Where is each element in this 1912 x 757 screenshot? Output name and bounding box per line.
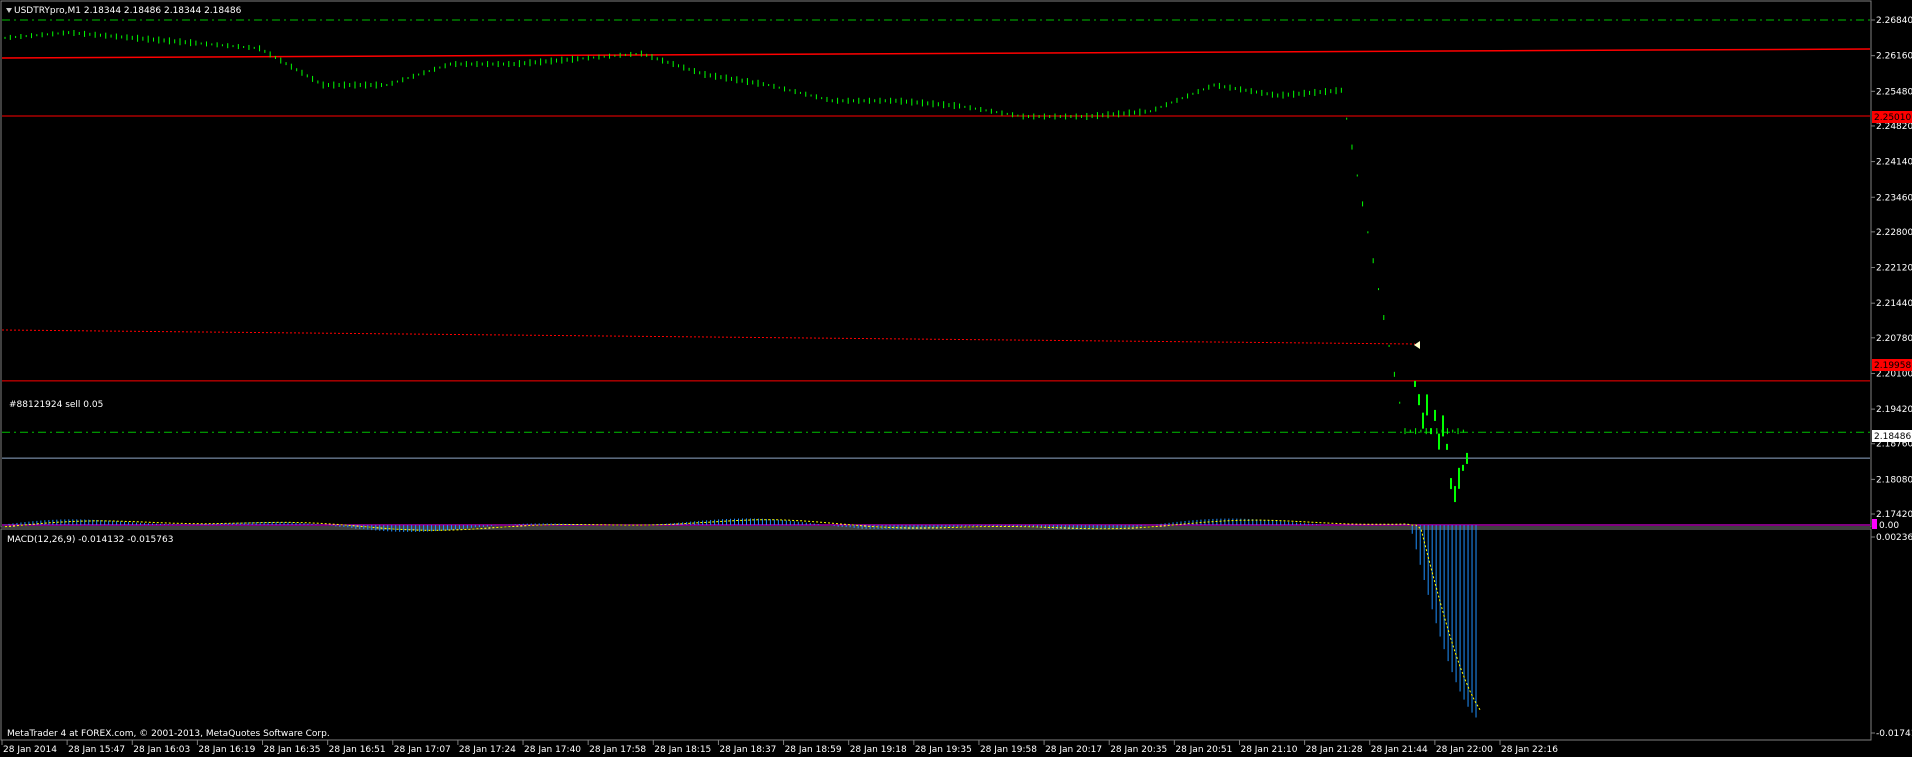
- price-tick-label: 2.22800: [1876, 228, 1912, 238]
- price-tick-label: 2.20780: [1876, 334, 1912, 344]
- current-price-tag: 2.18486: [1872, 430, 1912, 442]
- macd-label: MACD(12,26,9) -0.014132 -0.015763: [7, 535, 173, 545]
- svg-text:2.25010: 2.25010: [1874, 113, 1911, 123]
- window-title-group: USDTRYpro,M1 2.18344 2.18486 2.18344 2.1…: [6, 6, 242, 16]
- macd-axis: 0.002365 -0.017413: [1871, 533, 1912, 739]
- price-axis: 2.26840 2.26160 2.25480 2.24820 2.24140 2.234…: [1871, 16, 1912, 520]
- svg-text:2.18486: 2.18486: [1874, 432, 1911, 442]
- macd-signal-line: [4, 519, 1481, 711]
- price-tick-label: 2.21440: [1876, 299, 1912, 309]
- price-tick-label: 2.24140: [1876, 158, 1912, 168]
- macd-zero-tag: 0.00: [1872, 519, 1899, 531]
- time-tick-label: 28 Jan 16:35: [264, 745, 321, 755]
- price-tick-label: 2.17420: [1876, 510, 1912, 520]
- macd-tick-label: -0.017413: [1876, 729, 1912, 739]
- price-tick-label: 2.22120: [1876, 264, 1912, 274]
- time-tick-label: 28 Jan 20:35: [1110, 745, 1167, 755]
- price-tick-label: 2.18080: [1876, 475, 1912, 485]
- time-tick-label: 28 Jan 18:59: [785, 745, 842, 755]
- price-candles: [4, 30, 1468, 503]
- red-level-lower-tag: 2.19958: [1872, 359, 1912, 371]
- chart-canvas[interactable]: USDTRYpro,M1 2.18344 2.18486 2.18344 2.1…: [0, 0, 1912, 757]
- svg-text:2.19958: 2.19958: [1874, 361, 1911, 371]
- time-tick-label: 28 Jan 21:10: [1240, 745, 1297, 755]
- time-tick-label: 28 Jan 22:16: [1501, 745, 1558, 755]
- time-tick-label: 28 Jan 21:44: [1371, 745, 1428, 755]
- price-tick-label: 2.25480: [1876, 87, 1912, 97]
- window-title: USDTRYpro,M1 2.18344 2.18486 2.18344 2.1…: [14, 6, 242, 16]
- time-tick-label: 28 Jan 19:18: [850, 745, 907, 755]
- svg-text:0.00: 0.00: [1879, 521, 1899, 531]
- time-tick-label: 28 Jan 20:51: [1175, 745, 1232, 755]
- time-tick-label: 28 Jan 19:35: [915, 745, 972, 755]
- trend-line: [1, 48, 1871, 59]
- time-tick-label: 28 Jan 21:28: [1306, 745, 1363, 755]
- time-tick-label: 28 Jan 17:40: [524, 745, 581, 755]
- time-tick-label: 28 Jan 18:15: [654, 745, 711, 755]
- time-tick-label: 28 Jan 15:47: [68, 745, 125, 755]
- price-tick-label: 2.23460: [1876, 193, 1912, 203]
- price-tick-label: 2.24820: [1876, 122, 1912, 132]
- time-tick-label: 28 Jan 16:03: [133, 745, 190, 755]
- red-level-upper-tag: 2.25010: [1872, 111, 1912, 123]
- copyright-text: MetaTrader 4 at FOREX.com, © 2001-2013, …: [7, 729, 330, 739]
- chart-window[interactable]: USDTRYpro,M1 2.18344 2.18486 2.18344 2.1…: [0, 0, 1912, 757]
- time-tick-label: 28 Jan 22:00: [1436, 745, 1493, 755]
- time-tick-label: 28 Jan 16:19: [198, 745, 255, 755]
- price-tick-label: 2.26840: [1876, 16, 1912, 26]
- order-marker-icon: [1414, 341, 1420, 349]
- price-panel-border: [0, 0, 1872, 528]
- chart-window-icon: [6, 8, 12, 13]
- order-label: #88121924 sell 0.05: [9, 400, 103, 410]
- time-tick-label: 28 Jan 17:07: [394, 745, 451, 755]
- macd-histogram: [2, 518, 1870, 718]
- time-axis: 28 Jan 2014 28 Jan 15:47 28 Jan 16:03 28 Ja…: [1, 740, 1558, 755]
- price-tick-label: 2.19420: [1876, 405, 1912, 415]
- time-tick-label: 28 Jan 17:58: [589, 745, 646, 755]
- macd-panel-border: [0, 528, 1872, 741]
- time-tick-label: 28 Jan 19:58: [980, 745, 1037, 755]
- time-tick-label: 28 Jan 16:51: [329, 745, 386, 755]
- time-tick-label: 28 Jan 17:24: [459, 745, 516, 755]
- price-levels: [1, 19, 1871, 459]
- open-order-line: [1, 329, 1416, 345]
- macd-tick-label: 0.002365: [1876, 533, 1912, 543]
- time-tick-label: 28 Jan 20:17: [1045, 745, 1102, 755]
- time-tick-label: 28 Jan 18:37: [719, 745, 776, 755]
- time-tick-label: 28 Jan 2014: [3, 745, 57, 755]
- price-tick-label: 2.26160: [1876, 52, 1912, 62]
